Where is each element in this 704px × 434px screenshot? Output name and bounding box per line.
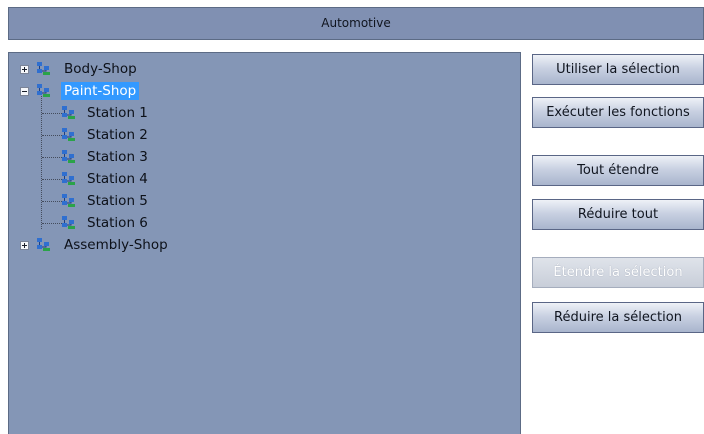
automotive-window: Automotive Body-Shop Paint-Shop Station … — [0, 0, 704, 434]
run-functions-button[interactable]: Exécuter les fonctions — [532, 97, 704, 128]
tree-node-station[interactable]: Station 1 — [9, 102, 520, 124]
network-node-icon — [37, 62, 50, 75]
tree-node-label: Body-Shop — [64, 61, 137, 77]
collapse-all-button[interactable]: Réduire tout — [532, 199, 704, 230]
minus-box-icon[interactable] — [20, 87, 29, 96]
tree-node-label: Station 6 — [87, 215, 148, 231]
tree-node-assembly-shop[interactable]: Assembly-Shop — [9, 234, 520, 256]
network-node-icon — [62, 216, 75, 229]
use-selection-button[interactable]: Utiliser la sélection — [532, 54, 704, 85]
tree-node-label: Assembly-Shop — [64, 237, 168, 253]
network-node-icon — [62, 194, 75, 207]
tree-node-label: Station 3 — [87, 149, 148, 165]
network-node-icon — [62, 150, 75, 163]
tree-node-paint-shop[interactable]: Paint-Shop — [9, 80, 520, 102]
tree-node-label: Station 2 — [87, 127, 148, 143]
collapse-selection-button[interactable]: Réduire la sélection — [532, 302, 704, 333]
network-node-icon — [62, 128, 75, 141]
tree-node-label: Station 4 — [87, 171, 148, 187]
window-title: Automotive — [8, 7, 704, 40]
tree-node-label: Station 1 — [87, 105, 148, 121]
network-node-icon — [37, 238, 50, 251]
tree-node-body-shop[interactable]: Body-Shop — [9, 58, 520, 80]
tree-node-station[interactable]: Station 6 — [9, 212, 520, 234]
expand-selection-button[interactable]: Étendre la sélection — [532, 257, 704, 288]
plus-box-icon[interactable] — [20, 65, 29, 74]
network-node-icon — [62, 172, 75, 185]
tree-node-station[interactable]: Station 4 — [9, 168, 520, 190]
plus-box-icon[interactable] — [20, 241, 29, 250]
tree-node-station[interactable]: Station 5 — [9, 190, 520, 212]
tree-node-station[interactable]: Station 2 — [9, 124, 520, 146]
hierarchy-tree[interactable]: Body-Shop Paint-Shop Station 1 Station 2… — [8, 52, 521, 434]
tree-node-label: Paint-Shop — [61, 82, 140, 100]
network-node-icon — [62, 106, 75, 119]
expand-all-button[interactable]: Tout étendre — [532, 155, 704, 186]
tree-node-label: Station 5 — [87, 193, 148, 209]
tree-node-station[interactable]: Station 3 — [9, 146, 520, 168]
network-node-icon — [37, 84, 50, 97]
